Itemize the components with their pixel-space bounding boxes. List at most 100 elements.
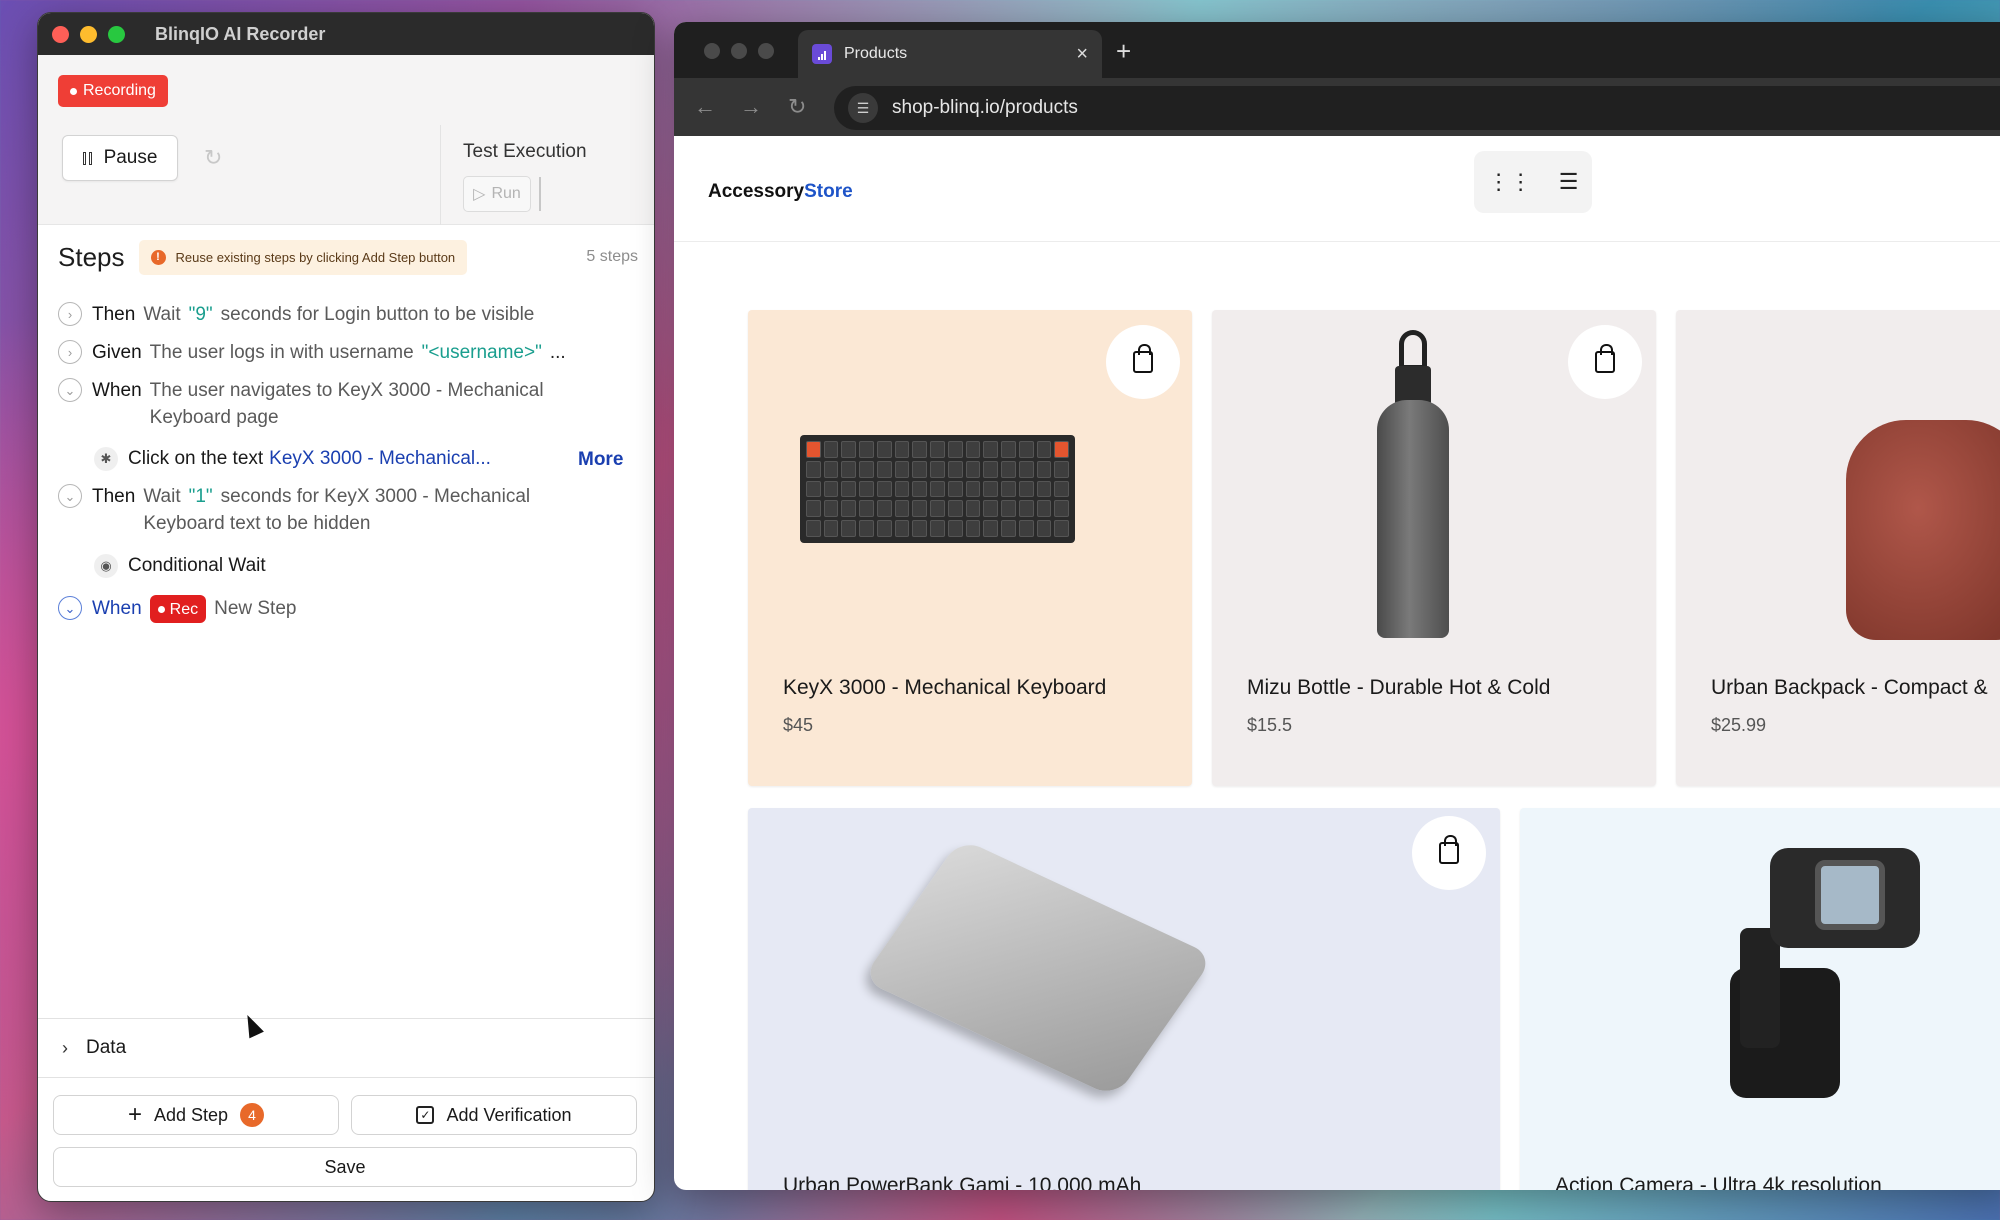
keyboard-key	[823, 520, 839, 537]
add-step-count-badge: 4	[240, 1103, 265, 1127]
target-icon: ◉	[94, 554, 118, 578]
keyboard-key	[1054, 441, 1069, 458]
plus-icon: +	[127, 1101, 142, 1128]
chevron-down-icon[interactable]: ⌄	[58, 596, 82, 620]
grid-dots-icon[interactable]: ⋮⋮	[1488, 169, 1532, 195]
substep-click[interactable]: ✱ Click on the text KeyX 3000 - Mechanic…	[94, 447, 491, 471]
save-button[interactable]: Save	[53, 1147, 637, 1187]
substep-label: Conditional Wait	[128, 555, 266, 576]
keyboard-key	[983, 480, 999, 498]
keyboard-key	[1018, 500, 1034, 518]
data-section-toggle[interactable]: › Data	[38, 1018, 654, 1078]
step-row[interactable]: ⌄ Then Wait "1" seconds for KeyX 3000 - …	[58, 483, 530, 537]
keyboard-key	[823, 480, 839, 498]
add-to-cart-button[interactable]	[1568, 325, 1642, 399]
store-logo[interactable]: AccessoryStore	[708, 181, 853, 203]
address-bar[interactable]: ☰ shop-blinq.io/products	[834, 86, 2000, 130]
add-to-cart-button[interactable]	[1106, 325, 1180, 399]
add-verification-button[interactable]: ✓ Add Verification	[351, 1095, 637, 1135]
add-to-cart-button[interactable]	[1412, 816, 1486, 890]
steps-count: 5 steps	[586, 248, 638, 265]
recorder-window: BlinqIO AI Recorder Recording Pause ↻ Te…	[37, 12, 655, 1202]
refresh-icon[interactable]: ↻	[204, 145, 222, 171]
forward-arrow-icon[interactable]: →	[740, 94, 762, 120]
powerbank-image	[861, 838, 1215, 1098]
recording-dot-icon	[157, 605, 165, 613]
keyboard-key	[894, 441, 910, 458]
product-card[interactable]: Action Camera - Ultra 4k resolution	[1520, 808, 2000, 1190]
step-row[interactable]: › Given The user logs in with username "…	[58, 339, 566, 366]
keyboard-key	[983, 520, 999, 537]
keyboard-key	[806, 500, 821, 518]
tab-products[interactable]: Products ×	[798, 30, 1102, 78]
keyboard-key	[1018, 480, 1034, 498]
keyboard-key	[1054, 500, 1069, 518]
new-step-row[interactable]: ⌄ When Rec New Step	[58, 595, 296, 623]
close-window-button[interactable]	[704, 43, 720, 59]
browser-toolbar: ← → ↻ ☰ shop-blinq.io/products	[674, 78, 2000, 136]
keyboard-key	[841, 480, 857, 498]
step-text: Keyboard page	[149, 407, 279, 428]
site-header: AccessoryStore ⋮⋮ ☰	[674, 136, 2000, 242]
keyboard-key	[859, 460, 874, 478]
controls-divider	[440, 125, 441, 225]
keyboard-key	[947, 460, 963, 478]
window-title: BlinqIO AI Recorder	[155, 23, 326, 44]
warning-icon: !	[150, 249, 166, 265]
keyboard-key	[1054, 460, 1069, 478]
keyboard-image	[800, 435, 1075, 543]
logo-suffix: Store	[804, 181, 853, 202]
step-row[interactable]: ⌄ When The user navigates to KeyX 3000 -…	[58, 377, 544, 431]
product-card[interactable]: KeyX 3000 - Mechanical Keyboard $45	[748, 310, 1192, 786]
chevron-right-icon[interactable]: ›	[58, 302, 82, 326]
substep-conditional-wait[interactable]: ◉ Conditional Wait	[94, 554, 266, 578]
keyboard-key	[823, 500, 839, 518]
keyboard-key	[806, 520, 821, 537]
rec-badge: Rec	[149, 595, 207, 623]
chevron-down-icon[interactable]: ⌄	[58, 484, 82, 508]
filter-icon[interactable]: ☰	[1559, 169, 1579, 195]
keyboard-key	[930, 441, 945, 458]
more-link[interactable]: More	[578, 449, 623, 471]
keyboard-key	[841, 500, 857, 518]
step-param: "9"	[188, 304, 213, 325]
reload-icon[interactable]: ↻	[788, 94, 806, 120]
product-card[interactable]: Mizu Bottle - Durable Hot & Cold $15.5	[1212, 310, 1656, 786]
minimize-window-button[interactable]	[731, 43, 747, 59]
keyboard-key	[823, 460, 839, 478]
product-name: Urban PowerBank Gami - 10,000 mAh	[783, 1174, 1142, 1190]
keyboard-key	[859, 500, 874, 518]
chevron-down-icon[interactable]: ⌄	[58, 378, 82, 402]
zoom-window-button[interactable]	[758, 43, 774, 59]
shopping-bag-icon	[1595, 344, 1615, 373]
pause-button[interactable]: Pause	[62, 135, 178, 181]
close-window-button[interactable]	[52, 25, 69, 43]
product-card[interactable]: Urban PowerBank Gami - 10,000 mAh	[748, 808, 1500, 1190]
close-tab-icon[interactable]: ×	[1076, 43, 1088, 66]
keyboard-key	[912, 460, 928, 478]
step-text: Wait	[143, 486, 181, 507]
logo-prefix: Accessory	[708, 181, 805, 202]
new-tab-button[interactable]: +	[1116, 36, 1131, 67]
product-card[interactable]: Urban Backpack - Compact & $25.99	[1676, 310, 2000, 786]
chevron-right-icon[interactable]: ›	[58, 340, 82, 364]
keyboard-key	[823, 441, 839, 458]
zoom-window-button[interactable]	[108, 25, 125, 43]
recorder-titlebar: BlinqIO AI Recorder	[38, 13, 654, 55]
add-step-button[interactable]: + Add Step 4	[53, 1095, 339, 1135]
reuse-hint-text: Reuse existing steps by clicking Add Ste…	[175, 249, 456, 265]
keyboard-key	[912, 500, 928, 518]
back-arrow-icon[interactable]: ←	[694, 94, 716, 120]
keyboard-key	[876, 441, 892, 458]
keyboard-key	[947, 520, 963, 537]
step-row[interactable]: › Then Wait "9" seconds for Login button…	[58, 301, 534, 328]
keyboard-key	[983, 460, 999, 478]
keyboard-key	[1036, 480, 1052, 498]
keyboard-key	[876, 480, 892, 498]
run-button[interactable]: ▷ Run	[463, 176, 531, 212]
site-settings-icon[interactable]: ☰	[848, 93, 878, 123]
tab-title: Products	[844, 45, 908, 62]
product-name: Urban Backpack - Compact &	[1711, 676, 1988, 699]
minimize-window-button[interactable]	[80, 25, 97, 43]
keyboard-key	[1054, 480, 1069, 498]
